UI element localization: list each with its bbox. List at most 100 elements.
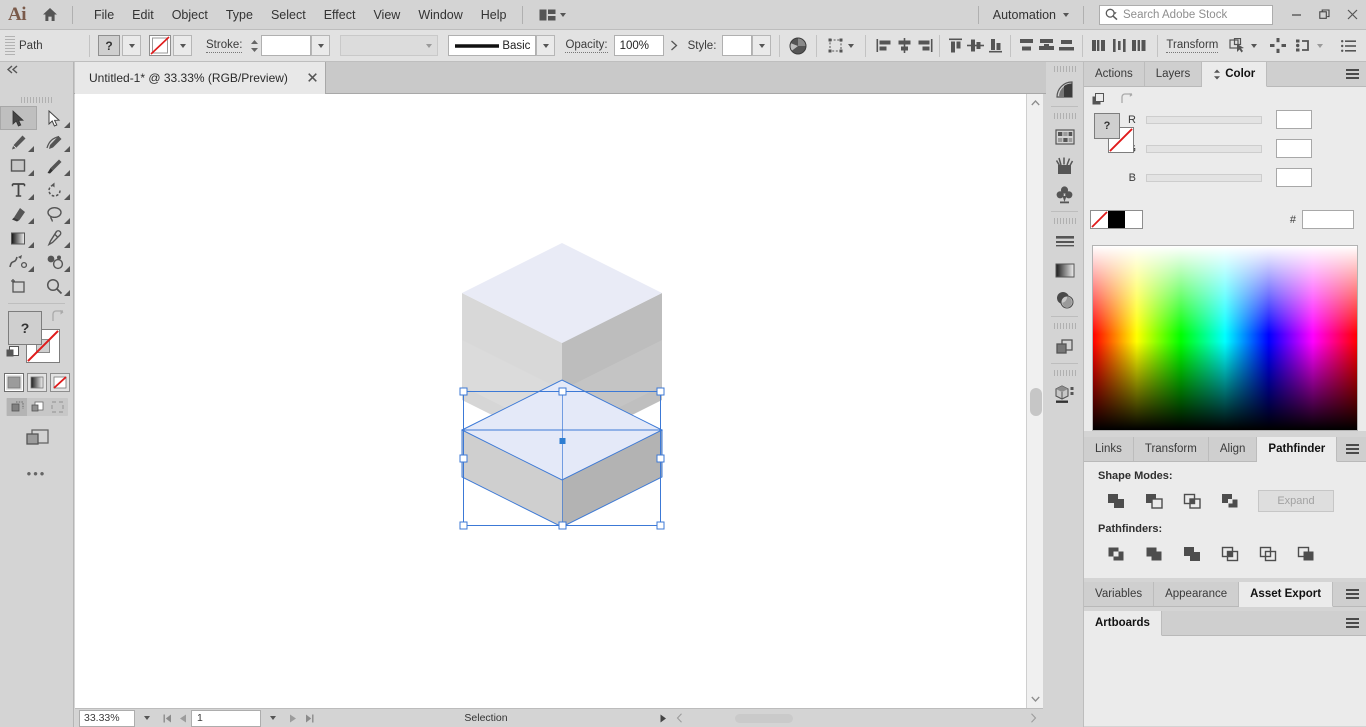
trim-button[interactable] (1136, 542, 1172, 566)
swap-fill-stroke-icon[interactable] (1120, 93, 1134, 108)
stroke-profile-dropdown[interactable] (340, 35, 439, 56)
stroke-panel-icon[interactable] (1046, 227, 1083, 256)
draw-normal-button[interactable] (7, 398, 27, 416)
transform-label[interactable]: Transform (1166, 39, 1219, 53)
minus-back-button[interactable] (1288, 542, 1324, 566)
minimize-icon[interactable] (1282, 0, 1310, 30)
blend-tool[interactable] (0, 250, 37, 274)
panel-menu-icon[interactable] (1338, 611, 1366, 635)
draw-behind-button[interactable] (27, 398, 47, 416)
opacity-input[interactable]: 100% (613, 35, 664, 56)
none-swatch[interactable] (1091, 211, 1108, 228)
horizontal-scroll-thumb[interactable] (735, 714, 793, 723)
default-fill-stroke-icon[interactable] (6, 346, 19, 362)
menu-item-type[interactable]: Type (217, 4, 262, 26)
change-screen-mode-icon[interactable] (0, 426, 73, 448)
fill-swatch[interactable]: ? (8, 311, 42, 345)
stroke-dropdown-button[interactable] (173, 35, 192, 56)
fill-dropdown-button[interactable] (122, 35, 141, 56)
canvas-area[interactable] (75, 94, 1043, 708)
tab-align[interactable]: Align (1209, 437, 1258, 461)
dock-grip-2[interactable] (1046, 109, 1083, 122)
opacity-options-button[interactable] (664, 35, 684, 57)
graphic-style-swatch[interactable] (722, 35, 753, 56)
slider-track-g[interactable] (1146, 144, 1262, 153)
none-button[interactable] (49, 373, 70, 392)
stroke-weight-input[interactable] (261, 35, 312, 56)
tab-layers[interactable]: Layers (1145, 62, 1203, 86)
shaper-group-icon[interactable] (1294, 35, 1314, 57)
fill-swatch[interactable]: ? (1094, 113, 1120, 139)
automation-dropdown[interactable]: Automation (985, 5, 1077, 25)
align-left-icon[interactable] (874, 35, 894, 57)
rectangle-tool[interactable] (0, 154, 37, 178)
menu-item-object[interactable]: Object (163, 4, 217, 26)
menu-item-file[interactable]: File (85, 4, 123, 26)
menu-item-view[interactable]: View (364, 4, 409, 26)
distribute-vertical-center-icon[interactable] (1036, 35, 1056, 57)
swap-fill-stroke-icon[interactable] (51, 309, 65, 326)
type-tool[interactable] (0, 178, 37, 202)
tab-pathfinder[interactable]: Pathfinder (1257, 437, 1338, 462)
zoom-level-input[interactable]: 33.33% (79, 709, 135, 727)
exclude-button[interactable] (1212, 489, 1248, 513)
next-artboard-icon[interactable] (285, 710, 301, 727)
stroke-swatch-button[interactable] (149, 35, 171, 56)
outline-button[interactable] (1250, 542, 1286, 566)
artboard-dropdown-button[interactable] (261, 710, 285, 727)
artboard-number-input[interactable]: 1 (191, 709, 261, 727)
black-swatch[interactable] (1108, 211, 1125, 228)
flat-color-button[interactable] (3, 373, 24, 392)
brush-dropdown-button[interactable] (536, 35, 556, 56)
unite-button[interactable] (1098, 489, 1134, 513)
canvas-vertical-scrollbar[interactable] (1026, 94, 1043, 708)
dock-grip-4[interactable] (1046, 319, 1083, 332)
zoom-tool[interactable] (37, 274, 74, 298)
isolate-selected-icon[interactable] (1228, 35, 1248, 57)
tab-transform[interactable]: Transform (1134, 437, 1209, 461)
panel-menu-icon[interactable] (1338, 437, 1366, 461)
pathfinder-panel-icon[interactable] (1046, 332, 1083, 361)
expand-button[interactable]: Expand (1258, 490, 1334, 512)
isolate-dropdown[interactable] (1248, 35, 1260, 57)
close-icon[interactable] (1338, 0, 1366, 30)
dock-grip-3[interactable] (1046, 214, 1083, 227)
slider-value-g[interactable] (1276, 139, 1312, 158)
recolor-artwork-icon[interactable] (1268, 35, 1288, 57)
curvature-tool[interactable] (37, 130, 74, 154)
symbol-sprayer-tool[interactable] (37, 250, 74, 274)
intersect-button[interactable] (1174, 489, 1210, 513)
tools-panel-grip[interactable] (0, 94, 73, 106)
slider-track-r[interactable] (1146, 115, 1262, 124)
revert-color-icon[interactable] (1092, 93, 1105, 109)
direct-selection-tool[interactable] (37, 106, 74, 130)
distribute-right-icon[interactable] (1129, 35, 1149, 57)
eraser-tool[interactable] (0, 202, 37, 226)
slider-value-r[interactable] (1276, 110, 1312, 129)
dock-grip-1[interactable] (1046, 62, 1083, 75)
tab-actions[interactable]: Actions (1084, 62, 1145, 86)
panel-menu-icon[interactable] (1338, 62, 1366, 86)
transparency-panel-icon[interactable] (1046, 285, 1083, 314)
select-similar-icon[interactable] (825, 35, 845, 57)
shaper-dropdown[interactable] (1314, 35, 1326, 57)
brushes-panel-icon[interactable] (1046, 151, 1083, 180)
slider-value-b[interactable] (1276, 168, 1312, 187)
gradient-button[interactable] (26, 373, 47, 392)
menu-item-effect[interactable]: Effect (315, 4, 365, 26)
tab-color[interactable]: Color (1202, 62, 1268, 87)
distribute-bottom-icon[interactable] (1056, 35, 1076, 57)
divide-button[interactable] (1098, 542, 1134, 566)
crop-button[interactable] (1212, 542, 1248, 566)
tab-appearance[interactable]: Appearance (1154, 582, 1240, 606)
restore-icon[interactable] (1310, 0, 1338, 30)
workspace-switcher[interactable] (533, 6, 572, 24)
three-d-panel-icon[interactable] (1046, 379, 1083, 408)
symbols-panel-icon[interactable] (1046, 180, 1083, 209)
menu-item-select[interactable]: Select (262, 4, 315, 26)
gradient-tool[interactable] (0, 226, 37, 250)
last-artboard-icon[interactable] (301, 710, 317, 727)
fill-swatch-button[interactable]: ? (98, 35, 120, 56)
distribute-left-icon[interactable] (1089, 35, 1109, 57)
scroll-left-icon[interactable] (671, 710, 687, 727)
